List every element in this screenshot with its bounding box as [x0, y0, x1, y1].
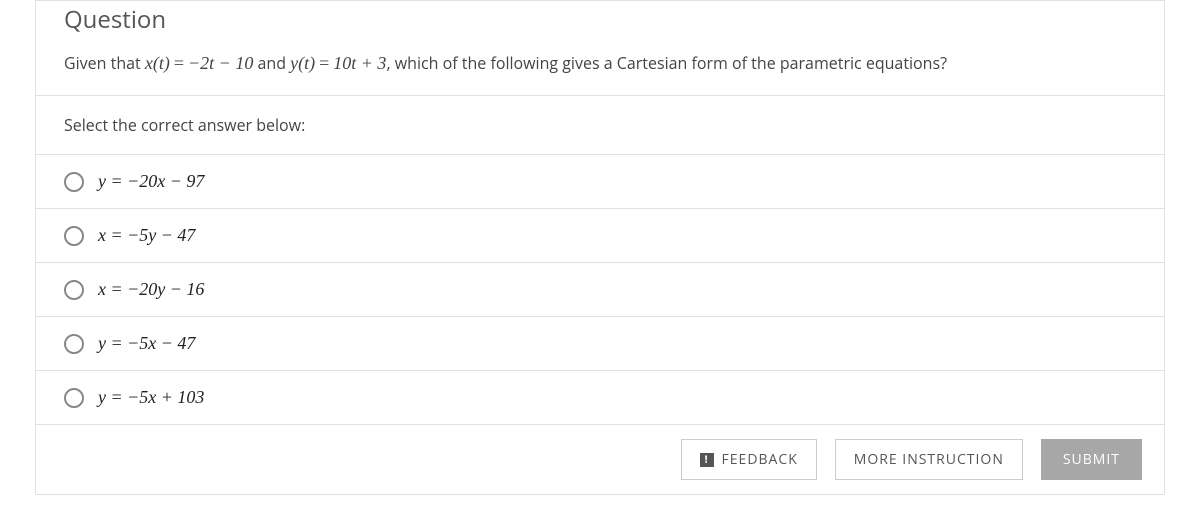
equation-1: x(t)=−2t − 10: [145, 53, 253, 73]
question-card: Question Given that x(t)=−2t − 10 and y(…: [35, 0, 1165, 495]
more-instruction-label: MORE INSTRUCTION: [854, 450, 1004, 469]
prompt-text-mid: and: [253, 52, 290, 74]
option-3[interactable]: x = −20y − 16: [36, 262, 1164, 316]
prompt-text-pre: Given that: [64, 52, 145, 74]
feedback-icon: !: [700, 453, 714, 467]
feedback-label: FEEDBACK: [722, 450, 798, 469]
option-label: x = −20y − 16: [98, 279, 204, 300]
radio-icon: [64, 334, 84, 354]
equation-2: y(t)=10t + 3: [290, 53, 386, 73]
option-label: y = −20x − 97: [98, 171, 204, 192]
option-1[interactable]: y = −20x − 97: [36, 154, 1164, 208]
prompt-text-post: , which of the following gives a Cartesi…: [386, 52, 947, 74]
submit-label: SUBMIT: [1063, 450, 1120, 469]
question-prompt: Given that x(t)=−2t − 10 and y(t)=10t + …: [64, 50, 1136, 77]
instruction-text: Select the correct answer below:: [36, 95, 1164, 154]
option-2[interactable]: x = −5y − 47: [36, 208, 1164, 262]
option-label: y = −5x − 47: [98, 333, 195, 354]
feedback-button[interactable]: ! FEEDBACK: [681, 439, 817, 480]
question-title: Question: [64, 3, 1136, 36]
radio-icon: [64, 172, 84, 192]
option-label: y = −5x + 103: [98, 387, 204, 408]
radio-icon: [64, 280, 84, 300]
footer-actions: ! FEEDBACK MORE INSTRUCTION SUBMIT: [36, 424, 1164, 494]
option-label: x = −5y − 47: [98, 225, 195, 246]
radio-icon: [64, 226, 84, 246]
radio-icon: [64, 388, 84, 408]
option-4[interactable]: y = −5x − 47: [36, 316, 1164, 370]
option-5[interactable]: y = −5x + 103: [36, 370, 1164, 424]
more-instruction-button[interactable]: MORE INSTRUCTION: [835, 439, 1023, 480]
submit-button[interactable]: SUBMIT: [1041, 439, 1142, 480]
question-header: Question Given that x(t)=−2t − 10 and y(…: [36, 1, 1164, 95]
